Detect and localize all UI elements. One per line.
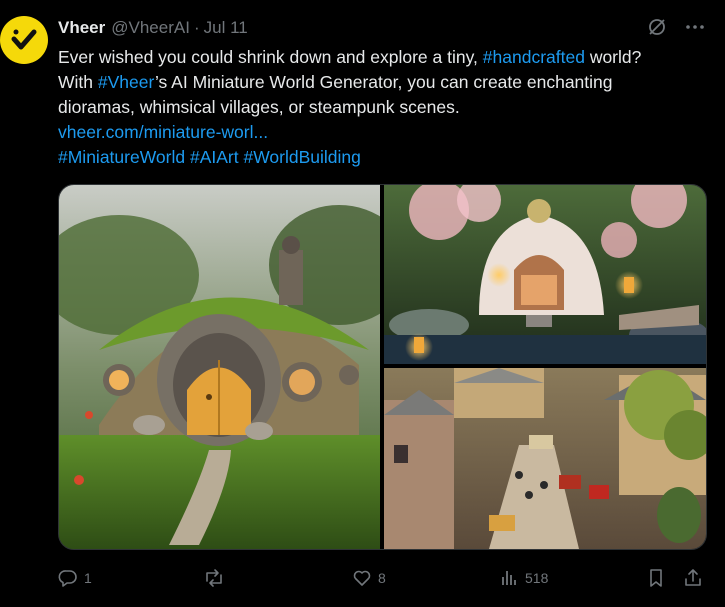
user-handle[interactable]: @VheerAI — [111, 18, 190, 38]
reply-icon — [58, 570, 77, 587]
repost-button[interactable] — [203, 563, 231, 593]
share-icon — [685, 569, 701, 586]
hashtag-aiart[interactable]: #AIArt — [190, 147, 239, 167]
display-name[interactable]: Vheer — [58, 18, 105, 38]
view-count: 518 — [525, 570, 549, 586]
text-segment: With — [58, 72, 98, 92]
tweet-date[interactable]: Jul 11 — [204, 18, 248, 38]
miniature-village-street-image[interactable] — [384, 368, 706, 549]
like-count: 8 — [378, 570, 386, 586]
hashtag-handcrafted[interactable]: #handcrafted — [483, 47, 585, 67]
avatar[interactable] — [0, 16, 48, 64]
tweet-header: Vheer @VheerAI · Jul 11 — [58, 17, 248, 39]
separator-dot: · — [193, 18, 200, 37]
tweet[interactable]: Vheer @VheerAI · Jul 11 Ever wished you … — [0, 0, 725, 607]
tweet-text: Ever wished you could shrink down and ex… — [58, 45, 713, 170]
vheer-logo-icon — [11, 29, 37, 50]
hashtag-worldbuilding[interactable]: #WorldBuilding — [243, 147, 360, 167]
hobbit-house-image[interactable] — [59, 185, 409, 549]
egg-house-garden-image[interactable] — [384, 185, 706, 364]
hashtag-vheer[interactable]: #Vheer — [98, 72, 155, 92]
text-segment: world? — [584, 47, 642, 67]
tweet-line-4: vheer.com/miniature-worl... — [58, 120, 713, 145]
tweet-line-3: dioramas, whimsical villages, or steampu… — [58, 97, 460, 117]
tweet-line-1: Ever wished you could shrink down and ex… — [58, 45, 713, 70]
bookmark-icon — [650, 569, 662, 587]
heart-icon — [353, 570, 371, 586]
action-bar: 1 8 518 — [58, 563, 708, 593]
share-button[interactable] — [683, 563, 703, 593]
tweet-line-5: #MiniatureWorld #AIArt #WorldBuilding — [58, 145, 713, 170]
tweet-link[interactable]: vheer.com/miniature-worl... — [58, 122, 268, 142]
text-segment: Ever wished you could shrink down and ex… — [58, 47, 483, 67]
grok-icon[interactable] — [647, 17, 667, 37]
text-segment: ’s AI Miniature World Generator, you can… — [154, 72, 613, 92]
reply-count: 1 — [84, 570, 92, 586]
hashtag-miniatureworld[interactable]: #MiniatureWorld — [58, 147, 185, 167]
views-button[interactable]: 518 — [499, 563, 548, 593]
media-grid — [58, 184, 707, 550]
reply-button[interactable]: 1 — [58, 563, 92, 593]
like-button[interactable]: 8 — [352, 563, 386, 593]
header-actions — [647, 17, 705, 37]
bookmark-button[interactable] — [646, 563, 666, 593]
tweet-line-2: With #Vheer’s AI Miniature World Generat… — [58, 70, 713, 95]
repost-icon — [206, 569, 222, 587]
more-options-icon[interactable] — [685, 17, 705, 37]
views-icon — [502, 571, 516, 585]
